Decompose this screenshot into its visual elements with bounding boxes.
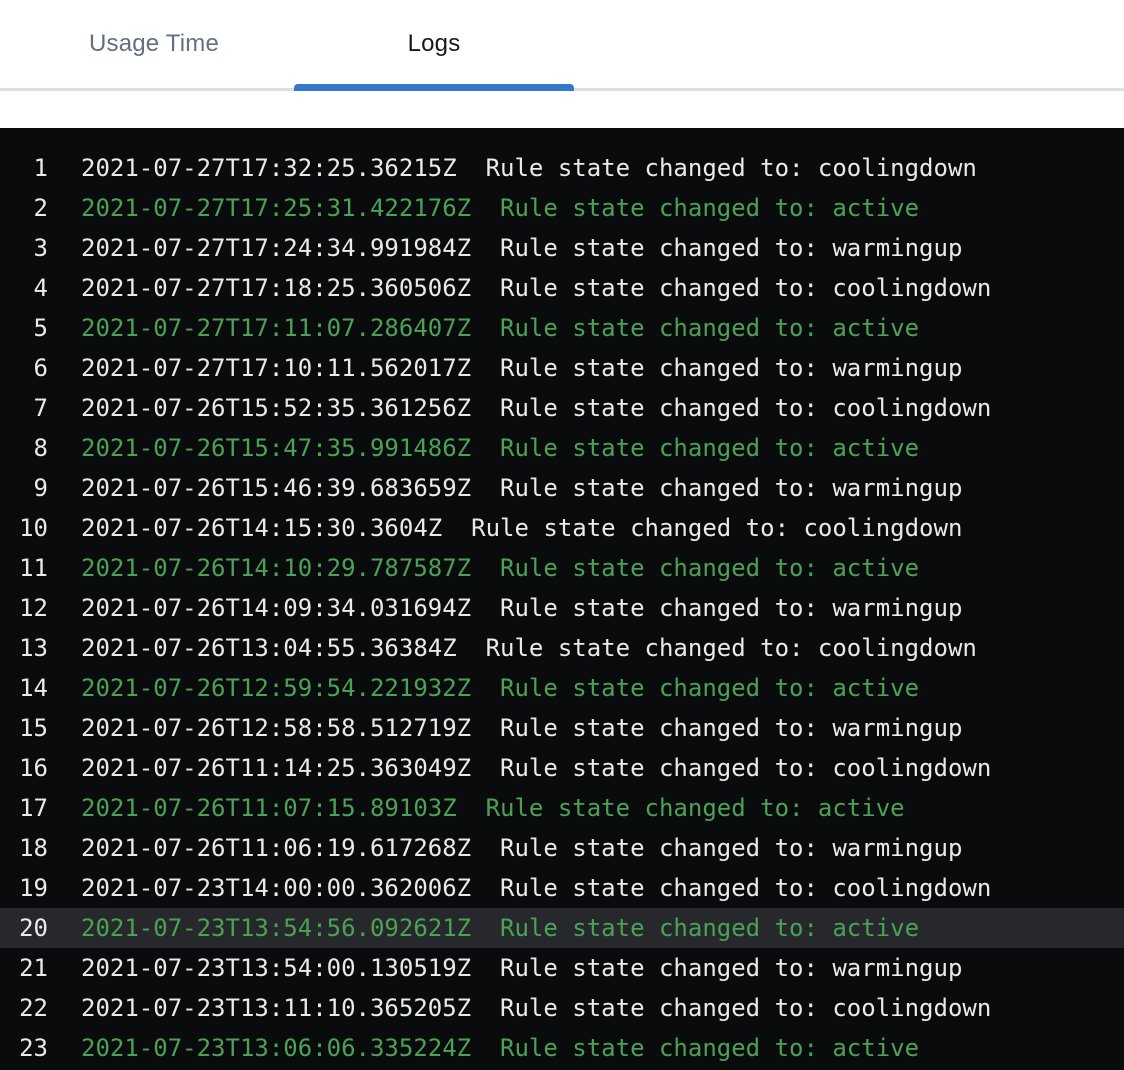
log-line-number: 23 (0, 1034, 48, 1062)
log-line-number: 3 (0, 234, 48, 262)
log-line-text: 2021-07-27T17:32:25.36215Z Rule state ch… (81, 154, 977, 182)
log-row[interactable]: 23 2021-07-23T13:06:06.335224Z Rule state… (0, 1028, 1124, 1068)
log-row[interactable]: 17 2021-07-26T11:07:15.89103Z Rule state … (0, 788, 1124, 828)
log-row[interactable]: 1 2021-07-27T17:32:25.36215Z Rule state c… (0, 148, 1124, 188)
log-row[interactable]: 5 2021-07-27T17:11:07.286407Z Rule state … (0, 308, 1124, 348)
log-line-number: 2 (0, 194, 48, 222)
log-line-text: 2021-07-26T15:46:39.683659Z Rule state c… (81, 474, 962, 502)
log-row[interactable]: 21 2021-07-23T13:54:00.130519Z Rule state… (0, 948, 1124, 988)
log-line-number: 6 (0, 354, 48, 382)
log-line-number: 20 (0, 914, 48, 942)
log-line-text: 2021-07-26T12:58:58.512719Z Rule state c… (81, 714, 962, 742)
log-row[interactable]: 8 2021-07-26T15:47:35.991486Z Rule state … (0, 428, 1124, 468)
log-row[interactable]: 3 2021-07-27T17:24:34.991984Z Rule state … (0, 228, 1124, 268)
log-line-text: 2021-07-27T17:25:31.422176Z Rule state c… (81, 194, 919, 222)
log-line-text: 2021-07-23T13:54:56.092621Z Rule state c… (81, 914, 919, 942)
log-line-text: 2021-07-23T14:00:00.362006Z Rule state c… (81, 874, 991, 902)
tab-logs-label: Logs (408, 30, 461, 58)
log-line-number: 1 (0, 154, 48, 182)
log-row[interactable]: 15 2021-07-26T12:58:58.512719Z Rule state… (0, 708, 1124, 748)
log-line-number: 7 (0, 394, 48, 422)
log-line-number: 10 (0, 514, 48, 542)
log-line-text: 2021-07-27T17:10:11.562017Z Rule state c… (81, 354, 962, 382)
log-line-text: 2021-07-26T12:59:54.221932Z Rule state c… (81, 674, 919, 702)
log-viewer[interactable]: 1 2021-07-27T17:32:25.36215Z Rule state c… (0, 128, 1124, 1070)
log-row[interactable]: 9 2021-07-26T15:46:39.683659Z Rule state … (0, 468, 1124, 508)
log-line-number: 5 (0, 314, 48, 342)
log-line-number: 15 (0, 714, 48, 742)
log-row[interactable]: 22 2021-07-23T13:11:10.365205Z Rule state… (0, 988, 1124, 1028)
log-line-text: 2021-07-23T13:54:00.130519Z Rule state c… (81, 954, 962, 982)
log-line-text: 2021-07-27T17:18:25.360506Z Rule state c… (81, 274, 991, 302)
log-line-number: 11 (0, 554, 48, 582)
log-line-text: 2021-07-27T17:24:34.991984Z Rule state c… (81, 234, 962, 262)
log-row[interactable]: 18 2021-07-26T11:06:19.617268Z Rule state… (0, 828, 1124, 868)
log-line-text: 2021-07-26T14:15:30.3604Z Rule state cha… (81, 514, 962, 542)
log-line-text: 2021-07-26T15:52:35.361256Z Rule state c… (81, 394, 991, 422)
log-row[interactable]: 16 2021-07-26T11:14:25.363049Z Rule state… (0, 748, 1124, 788)
tab-bar: Usage Time Logs (0, 0, 1124, 91)
tab-usage-time[interactable]: Usage Time (14, 0, 294, 88)
active-tab-indicator (294, 84, 574, 91)
log-line-number: 14 (0, 674, 48, 702)
log-row[interactable]: 20 2021-07-23T13:54:56.092621Z Rule state… (0, 908, 1124, 948)
log-row[interactable]: 13 2021-07-26T13:04:55.36384Z Rule state … (0, 628, 1124, 668)
log-line-number: 13 (0, 634, 48, 662)
log-line-text: 2021-07-26T14:09:34.031694Z Rule state c… (81, 594, 962, 622)
log-line-text: 2021-07-26T11:06:19.617268Z Rule state c… (81, 834, 962, 862)
log-line-text: 2021-07-26T11:07:15.89103Z Rule state ch… (81, 794, 905, 822)
log-row[interactable]: 10 2021-07-26T14:15:30.3604Z Rule state c… (0, 508, 1124, 548)
log-row[interactable]: 2 2021-07-27T17:25:31.422176Z Rule state … (0, 188, 1124, 228)
log-line-number: 12 (0, 594, 48, 622)
log-row[interactable]: 12 2021-07-26T14:09:34.031694Z Rule state… (0, 588, 1124, 628)
log-line-number: 8 (0, 434, 48, 462)
log-line-number: 4 (0, 274, 48, 302)
tab-logs[interactable]: Logs (294, 0, 574, 88)
log-row[interactable]: 4 2021-07-27T17:18:25.360506Z Rule state … (0, 268, 1124, 308)
log-line-number: 21 (0, 954, 48, 982)
log-row[interactable]: 19 2021-07-23T14:00:00.362006Z Rule state… (0, 868, 1124, 908)
log-line-text: 2021-07-26T14:10:29.787587Z Rule state c… (81, 554, 919, 582)
log-line-text: 2021-07-23T13:06:06.335224Z Rule state c… (81, 1034, 919, 1062)
log-row[interactable]: 6 2021-07-27T17:10:11.562017Z Rule state … (0, 348, 1124, 388)
log-line-text: 2021-07-27T17:11:07.286407Z Rule state c… (81, 314, 919, 342)
log-line-text: 2021-07-23T13:11:10.365205Z Rule state c… (81, 994, 991, 1022)
tabbar-gap (0, 91, 1124, 128)
log-row[interactable]: 7 2021-07-26T15:52:35.361256Z Rule state … (0, 388, 1124, 428)
log-line-number: 18 (0, 834, 48, 862)
log-line-number: 9 (0, 474, 48, 502)
tab-usage-time-label: Usage Time (89, 30, 219, 58)
log-line-text: 2021-07-26T11:14:25.363049Z Rule state c… (81, 754, 991, 782)
log-line-number: 17 (0, 794, 48, 822)
log-line-number: 19 (0, 874, 48, 902)
log-row[interactable]: 14 2021-07-26T12:59:54.221932Z Rule state… (0, 668, 1124, 708)
log-line-number: 22 (0, 994, 48, 1022)
log-line-text: 2021-07-26T15:47:35.991486Z Rule state c… (81, 434, 919, 462)
log-line-number: 16 (0, 754, 48, 782)
log-row[interactable]: 11 2021-07-26T14:10:29.787587Z Rule state… (0, 548, 1124, 588)
log-line-text: 2021-07-26T13:04:55.36384Z Rule state ch… (81, 634, 977, 662)
